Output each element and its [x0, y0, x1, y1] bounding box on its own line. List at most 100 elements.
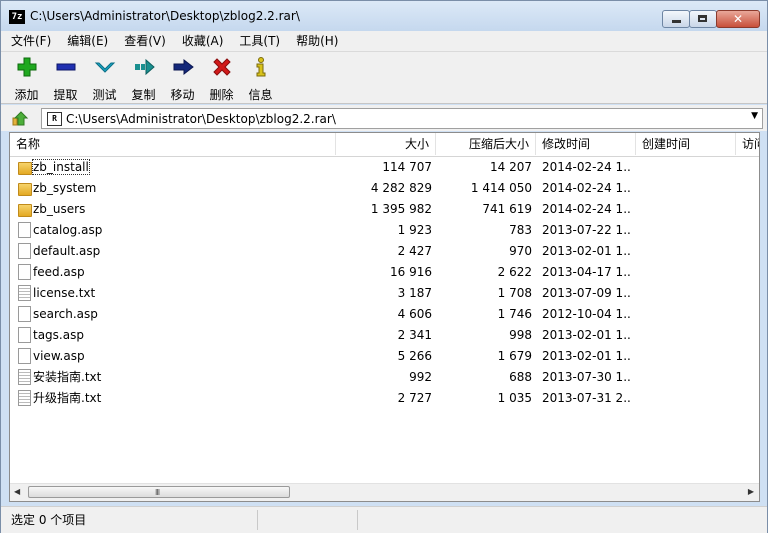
- cell-packed-size: 1 414 050: [470, 181, 532, 195]
- info-icon: [250, 56, 272, 78]
- column-header-packed-size[interactable]: 压缩后大小: [436, 133, 536, 155]
- menu-item-0[interactable]: 文件(F): [5, 31, 57, 51]
- column-header-accessed[interactable]: 访问: [736, 133, 759, 155]
- cell-size: 114 707: [382, 160, 432, 174]
- table-row[interactable]: view.asp 5 266 1 679 2013-02-01 1...: [10, 346, 759, 367]
- cell-packed-size: 741 619: [482, 202, 532, 216]
- cell-name: view.asp: [16, 346, 336, 367]
- table-row[interactable]: tags.asp 2 341 998 2013-02-01 1...: [10, 325, 759, 346]
- table-row[interactable]: license.txt 3 187 1 708 2013-07-09 1...: [10, 283, 759, 304]
- menu-item-5[interactable]: 帮助(H): [290, 31, 344, 51]
- cell-size: 2 341: [397, 328, 432, 342]
- table-row[interactable]: zb_users 1 395 982 741 619 2014-02-24 1...: [10, 199, 759, 220]
- cell-size: 4 606: [397, 307, 432, 321]
- toolbar-label: 复制: [131, 88, 156, 102]
- cell-packed-size: 2 622: [497, 265, 532, 279]
- cell-modified: 2013-07-30 1...: [542, 370, 632, 384]
- folder-icon: [18, 182, 32, 196]
- table-row[interactable]: default.asp 2 427 970 2013-02-01 1...: [10, 241, 759, 262]
- column-header-size[interactable]: 大小: [336, 133, 436, 155]
- column-header-modified[interactable]: 修改时间: [536, 133, 636, 155]
- window-controls: ✕: [662, 10, 760, 28]
- column-header-created[interactable]: 创建时间: [636, 133, 736, 155]
- column-header-name[interactable]: 名称: [10, 133, 336, 155]
- cell-size: 2 427: [397, 244, 432, 258]
- menu-item-4[interactable]: 工具(T): [233, 31, 286, 51]
- table-row[interactable]: zb_install 114 707 14 207 2014-02-24 1...: [10, 157, 759, 178]
- table-row[interactable]: search.asp 4 606 1 746 2012-10-04 1...: [10, 304, 759, 325]
- cell-name: feed.asp: [16, 262, 336, 283]
- cell-modified: 2013-02-01 1...: [542, 244, 632, 258]
- menu-item-2[interactable]: 查看(V): [118, 31, 172, 51]
- cell-packed-size: 970: [509, 244, 532, 258]
- file-name: zb_install: [32, 159, 90, 175]
- cell-modified: 2013-02-01 1...: [542, 328, 632, 342]
- toolbar-button-extract[interactable]: 提取: [46, 52, 85, 103]
- cell-packed-size: 1 746: [497, 307, 532, 321]
- cell-size: 16 916: [390, 265, 432, 279]
- cell-packed-size: 14 207: [490, 160, 532, 174]
- address-bar: R C:\Users\Administrator\Desktop\zblog2.…: [1, 105, 767, 131]
- maximize-icon: [698, 15, 707, 22]
- status-bar: 选定 0 个项目: [1, 506, 767, 533]
- cell-size: 1 395 982: [370, 202, 432, 216]
- cell-modified: 2013-04-17 1...: [542, 265, 632, 279]
- status-text: 选定 0 个项目: [11, 513, 87, 527]
- cell-name: catalog.asp: [16, 220, 336, 241]
- table-row[interactable]: catalog.asp 1 923 783 2013-07-22 1...: [10, 220, 759, 241]
- file-name: view.asp: [33, 349, 85, 363]
- folder-icon: [18, 203, 32, 217]
- address-field[interactable]: R C:\Users\Administrator\Desktop\zblog2.…: [41, 108, 763, 129]
- toolbar-button-test[interactable]: 测试: [85, 52, 124, 103]
- file-name: search.asp: [33, 307, 98, 321]
- menu-item-1[interactable]: 编辑(E): [61, 31, 114, 51]
- address-dropdown-icon[interactable]: ▼: [751, 111, 758, 121]
- cell-name: zb_users: [16, 199, 336, 220]
- toolbar-button-move[interactable]: 移动: [163, 52, 202, 103]
- toolbar-label: 添加: [14, 88, 39, 102]
- cell-packed-size: 1 035: [497, 391, 532, 405]
- file-name: zb_users: [33, 202, 86, 216]
- list-header: 名称 大小 压缩后大小 修改时间 创建时间 访问: [10, 133, 759, 157]
- cell-packed-size: 998: [509, 328, 532, 342]
- cell-modified: 2012-10-04 1...: [542, 307, 632, 321]
- archive-icon: R: [47, 112, 62, 126]
- table-row[interactable]: 升级指南.txt 2 727 1 035 2013-07-31 2...: [10, 388, 759, 409]
- file-icon: [18, 348, 31, 364]
- maximize-button[interactable]: [689, 10, 717, 28]
- file-name: 安装指南.txt: [33, 370, 102, 384]
- scrollbar-thumb[interactable]: III: [28, 486, 290, 498]
- minimize-button[interactable]: [662, 10, 690, 28]
- scroll-left-arrow-icon[interactable]: ◀: [14, 487, 20, 496]
- cell-modified: 2014-02-24 1...: [542, 160, 632, 174]
- up-folder-button[interactable]: [11, 109, 31, 127]
- toolbar-button-copy[interactable]: 复制: [124, 52, 163, 103]
- toolbar-button-add[interactable]: 添加: [7, 52, 46, 103]
- file-icon: [18, 222, 31, 238]
- cell-name: zb_system: [16, 178, 336, 199]
- app-window: 7z C:\Users\Administrator\Desktop\zblog2…: [0, 0, 768, 533]
- title-bar[interactable]: 7z C:\Users\Administrator\Desktop\zblog2…: [1, 1, 767, 31]
- window-title: C:\Users\Administrator\Desktop\zblog2.2.…: [30, 9, 300, 23]
- cell-size: 3 187: [397, 286, 432, 300]
- cell-packed-size: 1 708: [497, 286, 532, 300]
- toolbar-button-info[interactable]: 信息: [241, 52, 280, 103]
- menu-item-3[interactable]: 收藏(A): [176, 31, 230, 51]
- scrollbar-grip: III: [155, 488, 160, 497]
- file-list[interactable]: 名称 大小 压缩后大小 修改时间 创建时间 访问 zb_install 114 7…: [9, 132, 760, 502]
- table-row[interactable]: zb_system 4 282 829 1 414 050 2014-02-24 1.…: [10, 178, 759, 199]
- scroll-right-arrow-icon[interactable]: ▶: [748, 487, 754, 496]
- file-icon: [18, 306, 31, 322]
- toolbar-label: 信息: [248, 88, 273, 102]
- cell-size: 5 266: [397, 349, 432, 363]
- table-row[interactable]: feed.asp 16 916 2 622 2013-04-17 1...: [10, 262, 759, 283]
- cell-modified: 2013-02-01 1...: [542, 349, 632, 363]
- toolbar-button-delete[interactable]: 删除: [202, 52, 241, 103]
- table-row[interactable]: 安装指南.txt 992 688 2013-07-30 1...: [10, 367, 759, 388]
- up-arrow-icon: [12, 111, 29, 126]
- cell-modified: 2014-02-24 1...: [542, 202, 632, 216]
- close-button[interactable]: ✕: [716, 10, 760, 28]
- horizontal-scrollbar[interactable]: ◀ III ▶: [10, 483, 759, 501]
- status-separator: [257, 510, 258, 530]
- file-icon: [18, 264, 31, 280]
